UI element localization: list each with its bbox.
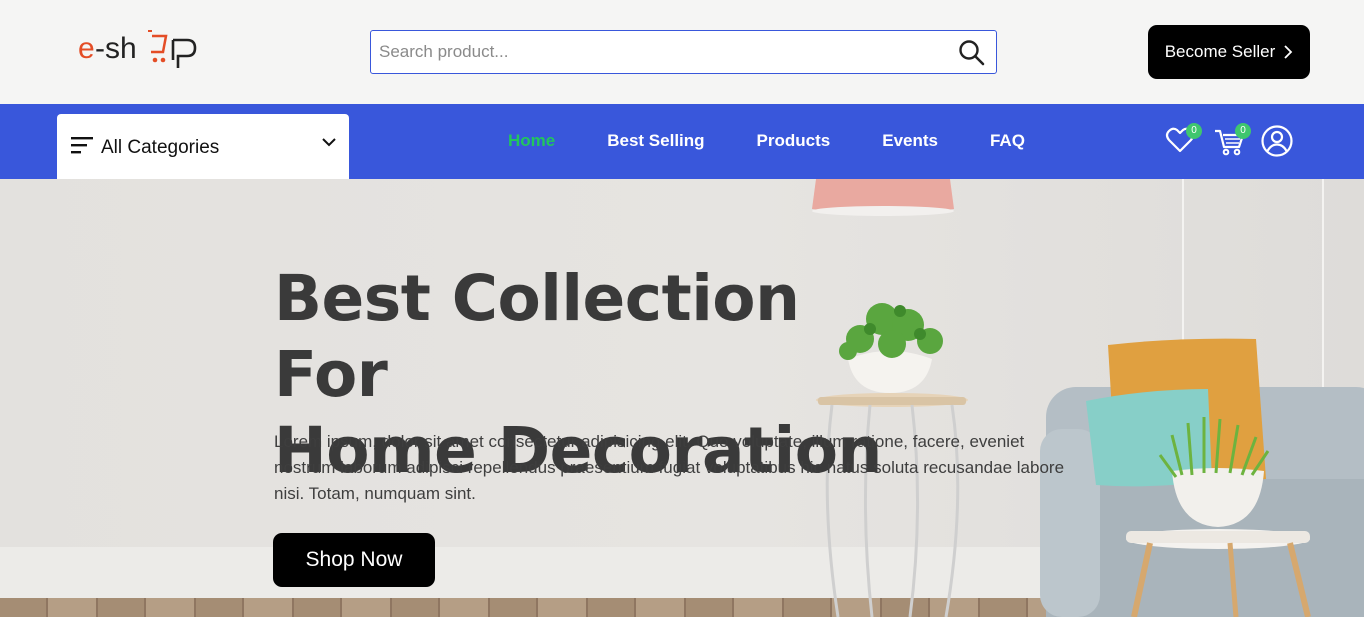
search-box (370, 30, 997, 74)
chevron-down-icon (322, 138, 336, 147)
chevron-right-icon (1284, 45, 1293, 59)
profile-button[interactable] (1260, 124, 1294, 158)
become-seller-label: Become Seller (1164, 42, 1276, 61)
user-avatar-icon (1261, 125, 1293, 157)
cart-button[interactable]: 0 (1213, 123, 1251, 158)
menu-icon (71, 137, 93, 154)
search-input[interactable] (379, 31, 949, 72)
nav-links: Home Best Selling Products Events FAQ (508, 131, 1077, 151)
nav-link-products[interactable]: Products (757, 131, 831, 151)
shop-now-button[interactable]: Shop Now (273, 533, 435, 587)
svg-text:-sh: -sh (95, 32, 137, 65)
hero-banner: Best Collection For Home Decoration Lore… (0, 179, 1364, 617)
nav-link-home[interactable]: Home (508, 131, 555, 151)
hero-title-line-1: Best Collection For (274, 262, 800, 411)
all-categories-dropdown[interactable]: All Categories (57, 114, 349, 179)
eshop-logo[interactable]: e -sh (78, 26, 200, 70)
svg-text:e: e (78, 32, 95, 65)
become-seller-button[interactable]: Become Seller (1148, 25, 1310, 79)
search-icon[interactable] (958, 39, 986, 67)
nav-link-best-selling[interactable]: Best Selling (607, 131, 704, 151)
nav-link-events[interactable]: Events (882, 131, 938, 151)
main-navbar: All Categories Home Best Selling Product… (0, 104, 1364, 179)
nav-link-faq[interactable]: FAQ (990, 131, 1025, 151)
hero-description: Lorem ipsum, dolor sit amet consectetur … (274, 432, 1065, 503)
all-categories-label: All Categories (101, 137, 220, 158)
top-header: e -sh Become Seller (0, 0, 1364, 104)
cart-count-badge: 0 (1235, 123, 1251, 139)
wishlist-count-badge: 0 (1186, 123, 1202, 139)
wishlist-button[interactable]: 0 (1164, 123, 1202, 158)
